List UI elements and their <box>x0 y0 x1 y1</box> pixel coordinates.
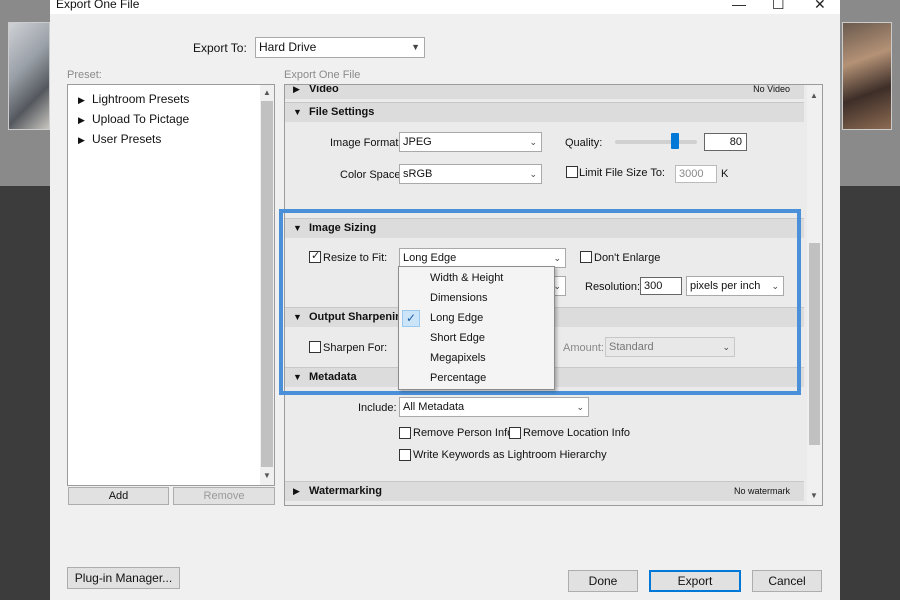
expand-arrow-icon[interactable]: ▶ <box>293 85 309 99</box>
menu-item-long-edge[interactable]: ✓ Long Edge <box>399 309 554 328</box>
watermark-status: No watermark <box>733 486 790 496</box>
export-to-select[interactable]: Hard Drive ▼ <box>255 37 425 58</box>
limit-unit-label: K <box>721 168 729 180</box>
quality-slider-track[interactable] <box>615 140 697 144</box>
menu-item-percentage[interactable]: Percentage <box>399 369 554 388</box>
checkmark-icon: ✓ <box>402 310 420 327</box>
remove-location-info-checkbox[interactable] <box>509 427 521 439</box>
remove-preset-button[interactable]: Remove <box>173 487 275 505</box>
menu-item-width-height[interactable]: Width & Height <box>399 269 554 288</box>
limit-file-size-label: Limit File Size To: <box>579 167 665 179</box>
section-video[interactable]: ▶ Video No Video <box>285 84 804 99</box>
chevron-down-icon: ⌄ <box>576 402 584 412</box>
minimize-button[interactable]: — <box>732 0 746 12</box>
scrollbar-thumb[interactable] <box>809 243 820 445</box>
preset-scrollbar[interactable]: ▲ ▼ <box>260 85 274 485</box>
section-watermarking[interactable]: ▶ Watermarking No watermark <box>285 481 804 501</box>
close-button[interactable]: ✕ <box>814 0 826 13</box>
preset-folder-lightroom[interactable]: ▶ Lightroom Presets <box>78 92 189 106</box>
photo-thumbnail[interactable] <box>842 22 892 130</box>
export-panel-label: Export One File <box>284 69 361 81</box>
preset-folder-user[interactable]: ▶ User Presets <box>78 132 161 146</box>
export-to-label: Export To: <box>193 41 247 55</box>
scroll-up-icon[interactable]: ▲ <box>810 91 818 100</box>
expand-arrow-icon[interactable]: ▶ <box>78 95 92 106</box>
write-keywords-label: Write Keywords as Lightroom Hierarchy <box>413 449 607 461</box>
export-panel-scrollbar[interactable]: ▲ ▼ <box>807 85 822 505</box>
remove-location-info-label: Remove Location Info <box>523 427 631 439</box>
remove-person-info-checkbox[interactable] <box>399 427 411 439</box>
scrollbar-thumb[interactable] <box>261 101 273 467</box>
include-label: Include: <box>358 402 397 414</box>
export-to-value: Hard Drive <box>259 40 317 54</box>
collapse-arrow-icon[interactable]: ▼ <box>293 103 309 122</box>
scroll-down-icon[interactable]: ▼ <box>810 491 818 500</box>
quality-slider-handle[interactable] <box>671 133 679 149</box>
preset-label: Preset: <box>67 69 102 81</box>
resize-to-fit-dropdown-menu: Width & Height Dimensions ✓ Long Edge Sh… <box>398 266 555 390</box>
title-bar: Export One File — ☐ ✕ <box>50 0 840 14</box>
quality-input[interactable]: 80 <box>704 133 747 151</box>
preset-folder-pictage[interactable]: ▶ Upload To Pictage <box>78 112 189 126</box>
expand-arrow-icon[interactable]: ▶ <box>78 115 92 126</box>
preset-list: ▶ Lightroom Presets ▶ Upload To Pictage ▶ U… <box>67 84 275 486</box>
image-format-label: Image Format: <box>330 137 402 149</box>
include-metadata-select[interactable]: All Metadata ⌄ <box>399 397 589 417</box>
menu-item-short-edge[interactable]: Short Edge <box>399 329 554 348</box>
add-preset-button[interactable]: Add <box>68 487 169 505</box>
section-file-settings[interactable]: ▼ File Settings <box>285 102 804 122</box>
export-button[interactable]: Export <box>649 570 741 592</box>
remove-person-info-label: Remove Person Info <box>413 427 514 439</box>
plugin-manager-button[interactable]: Plug-in Manager... <box>67 567 180 589</box>
done-button[interactable]: Done <box>568 570 638 592</box>
menu-item-dimensions[interactable]: Dimensions <box>399 289 554 308</box>
expand-arrow-icon[interactable]: ▶ <box>78 135 92 146</box>
chevron-down-icon: ⌄ <box>529 137 537 147</box>
scroll-down-icon[interactable]: ▼ <box>263 471 271 480</box>
image-format-select[interactable]: JPEG ⌄ <box>399 132 542 152</box>
color-space-select[interactable]: sRGB ⌄ <box>399 164 542 184</box>
expand-arrow-icon[interactable]: ▶ <box>293 482 309 501</box>
limit-file-size-checkbox[interactable] <box>566 166 578 178</box>
limit-file-size-input[interactable]: 3000 <box>675 165 717 183</box>
photo-thumbnail[interactable] <box>8 22 50 130</box>
quality-label: Quality: <box>565 137 603 149</box>
menu-item-megapixels[interactable]: Megapixels <box>399 349 554 368</box>
maximize-button[interactable]: ☐ <box>772 0 785 13</box>
video-status: No Video <box>753 84 790 94</box>
window-title: Export One File <box>56 0 140 11</box>
write-keywords-checkbox[interactable] <box>399 449 411 461</box>
color-space-label: Color Space: <box>340 169 404 181</box>
cancel-button[interactable]: Cancel <box>752 570 822 592</box>
chevron-down-icon: ▼ <box>411 42 420 52</box>
chevron-down-icon: ⌄ <box>529 169 537 179</box>
scroll-up-icon[interactable]: ▲ <box>263 88 271 97</box>
